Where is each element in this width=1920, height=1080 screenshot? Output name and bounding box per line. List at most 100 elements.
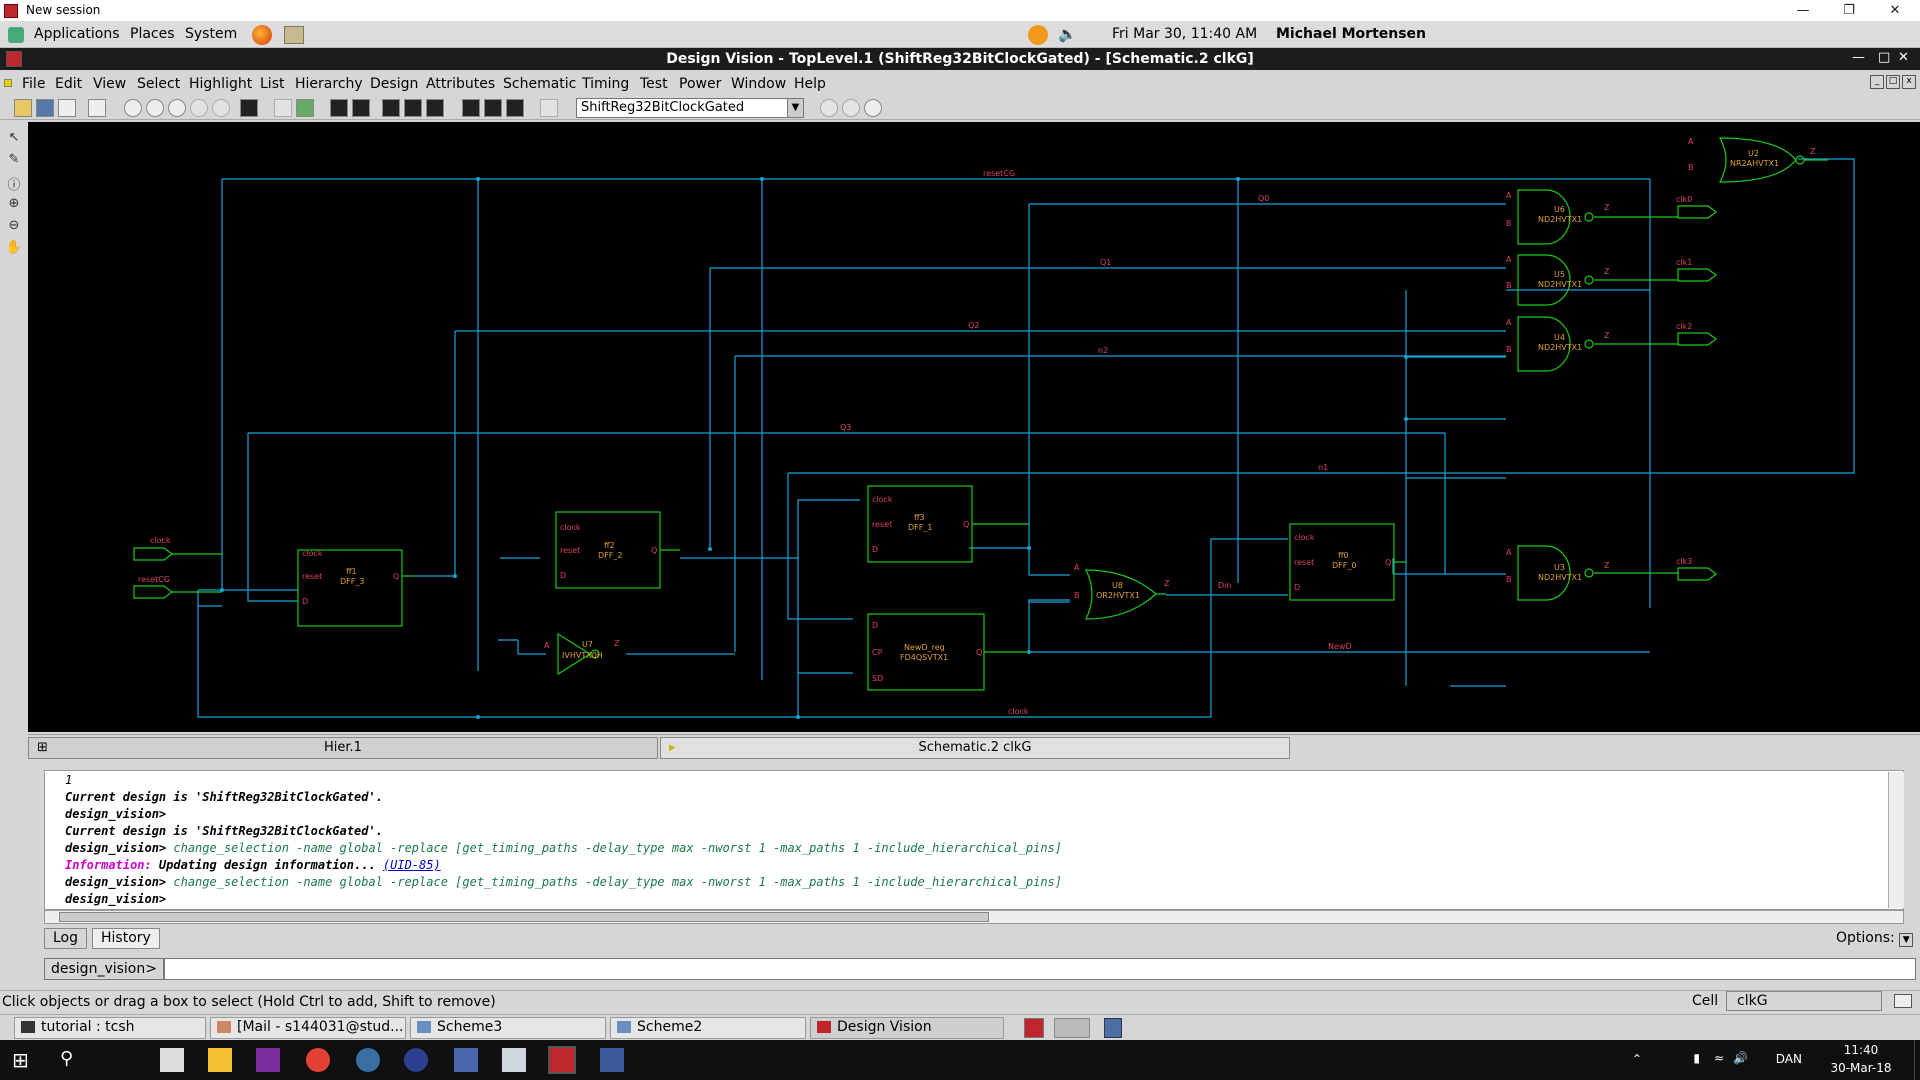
doc-restore-button[interactable]: □ xyxy=(1886,75,1900,89)
status-panel-icon[interactable] xyxy=(1894,994,1912,1008)
info-icon[interactable]: ⓘ xyxy=(5,174,23,193)
zoom-next-icon[interactable] xyxy=(212,99,230,117)
tab-log[interactable]: Log xyxy=(44,928,88,949)
menu-select[interactable]: Select xyxy=(137,76,180,92)
app-maximize-button[interactable]: □ xyxy=(1878,50,1890,65)
zoom-out-icon[interactable] xyxy=(168,99,186,117)
trash-icon[interactable] xyxy=(1104,1018,1122,1038)
menu-schematic[interactable]: Schematic xyxy=(503,76,576,92)
histogram-icon[interactable] xyxy=(462,99,480,117)
workspace-2[interactable] xyxy=(1054,1018,1090,1038)
update-notifier-icon[interactable] xyxy=(1028,25,1048,45)
pan-hand-icon[interactable]: ✋ xyxy=(5,240,23,258)
port-clk2[interactable] xyxy=(1677,332,1717,346)
menu-list[interactable]: List xyxy=(260,76,284,92)
menu-system[interactable]: System xyxy=(185,26,237,42)
taskbar-item-design-vision[interactable]: Design Vision xyxy=(810,1017,1004,1039)
console-log[interactable]: 1 Current design is 'ShiftReg32BitClockG… xyxy=(44,770,1904,910)
firefox-icon[interactable] xyxy=(252,25,272,45)
uid-link[interactable]: (UID-85) xyxy=(383,858,441,872)
taskbar-item-scheme2[interactable]: Scheme2 xyxy=(610,1017,806,1039)
maximize-button[interactable]: ❐ xyxy=(1826,0,1872,22)
zoom-in-icon[interactable] xyxy=(146,99,164,117)
onenote-icon[interactable] xyxy=(256,1048,280,1072)
design-select[interactable]: ShiftReg32BitClockGated ▼ xyxy=(576,98,804,118)
print-icon[interactable] xyxy=(58,99,76,117)
create-design-schematic-icon[interactable] xyxy=(352,99,370,117)
port-clock[interactable] xyxy=(133,547,173,561)
chevron-down-icon[interactable]: ▼ xyxy=(787,99,803,117)
create-symbol-icon[interactable] xyxy=(330,99,348,117)
zoom-out-tool-icon[interactable]: ⊖ xyxy=(5,218,23,236)
tab-schematic[interactable]: ▸ Schematic.2 clkG xyxy=(660,737,1290,759)
schematic-canvas[interactable]: ff1 DFF_3 ff2 DFF_2 ff3 DFF_1 ff0 DFF_0 … xyxy=(28,122,1920,732)
volume-icon[interactable]: 🔈 xyxy=(1058,25,1077,43)
save-icon[interactable] xyxy=(36,99,54,117)
calculator-icon[interactable] xyxy=(160,1048,184,1072)
taskbar-item-scheme3[interactable]: Scheme3 xyxy=(410,1017,606,1039)
zoom-prev-icon[interactable] xyxy=(190,99,208,117)
cell-NewD_reg[interactable] xyxy=(867,613,985,691)
chrome-icon[interactable] xyxy=(306,1048,330,1072)
menu-applications[interactable]: Applications xyxy=(34,26,120,42)
menu-timing[interactable]: Timing xyxy=(582,76,629,92)
tray-chevron-icon[interactable]: ⌃ xyxy=(1632,1052,1642,1066)
show-desktop-button[interactable] xyxy=(1914,1040,1920,1080)
menu-places[interactable]: Places xyxy=(130,26,175,42)
open-icon[interactable] xyxy=(14,99,32,117)
pop-icon[interactable] xyxy=(296,99,314,117)
menu-hierarchy[interactable]: Hierarchy xyxy=(295,76,363,92)
menu-highlight[interactable]: Highlight xyxy=(189,76,252,92)
tray-time[interactable]: 11:40 xyxy=(1826,1043,1896,1057)
fanin-icon[interactable] xyxy=(404,99,422,117)
language-indicator[interactable]: DAN xyxy=(1776,1052,1802,1066)
path-report-icon[interactable] xyxy=(506,99,524,117)
wifi-icon[interactable]: ≈ xyxy=(1714,1051,1724,1065)
console-hscrollbar[interactable] xyxy=(44,910,1904,924)
zoom-fit-icon[interactable] xyxy=(124,99,142,117)
file-explorer-icon[interactable] xyxy=(208,1048,232,1072)
zoom-in-tool-icon[interactable]: ⊕ xyxy=(5,196,23,214)
menu-attributes[interactable]: Attributes xyxy=(426,76,495,92)
battery-icon[interactable]: ▮ xyxy=(1693,1051,1700,1065)
cell-ff1[interactable] xyxy=(297,549,403,627)
port-clk3[interactable] xyxy=(1677,567,1717,581)
minimize-button[interactable]: — xyxy=(1780,0,1826,22)
nav-home-icon[interactable] xyxy=(864,99,882,117)
console-hscroll-thumb[interactable] xyxy=(59,912,989,922)
app-close-button[interactable]: ✕ xyxy=(1898,50,1909,65)
editor-icon[interactable] xyxy=(502,1048,526,1072)
console-vscrollbar[interactable] xyxy=(1888,772,1904,908)
tab-history[interactable]: History xyxy=(92,928,160,949)
menu-edit[interactable]: Edit xyxy=(55,76,82,92)
port-clk1[interactable] xyxy=(1677,268,1717,282)
taskbar-item-tcsh[interactable]: tutorial : tcsh xyxy=(14,1017,206,1039)
panel-clock[interactable]: Fri Mar 30, 11:40 AM xyxy=(1112,26,1257,42)
path-schematic-icon[interactable] xyxy=(382,99,400,117)
tray-date[interactable]: 30-Mar-18 xyxy=(1826,1061,1896,1075)
mail-launcher-icon[interactable] xyxy=(284,26,304,44)
command-input[interactable] xyxy=(164,958,1916,980)
menu-file[interactable]: File xyxy=(22,76,45,92)
search-icon[interactable]: ⚲ xyxy=(60,1048,84,1072)
nav-forward-icon[interactable] xyxy=(842,99,860,117)
menu-design[interactable]: Design xyxy=(370,76,418,92)
new-schematic-icon[interactable] xyxy=(88,99,106,117)
tab-hier[interactable]: ⊞ Hier.1 xyxy=(28,737,658,759)
chevron-down-icon[interactable]: ▼ xyxy=(1899,933,1914,947)
windows-start-icon[interactable]: ⊞ xyxy=(12,1048,36,1072)
menu-view[interactable]: View xyxy=(93,76,126,92)
push-icon[interactable] xyxy=(274,99,292,117)
doc-minimize-button[interactable]: _ xyxy=(1870,75,1884,89)
app-minimize-button[interactable]: — xyxy=(1852,50,1865,65)
nav-back-icon[interactable] xyxy=(820,99,838,117)
speaker-icon[interactable]: 🔊 xyxy=(1733,1051,1748,1065)
menu-window[interactable]: Window xyxy=(731,76,786,92)
eclipse-icon[interactable] xyxy=(404,1048,428,1072)
workspace-switcher-icon[interactable] xyxy=(1024,1018,1044,1038)
port-clk0[interactable] xyxy=(1677,205,1717,219)
fanout-icon[interactable] xyxy=(426,99,444,117)
xwin-icon[interactable] xyxy=(548,1046,576,1074)
panel-user[interactable]: Michael Mortensen xyxy=(1276,26,1426,42)
pencil-icon[interactable]: ✎ xyxy=(5,152,23,170)
